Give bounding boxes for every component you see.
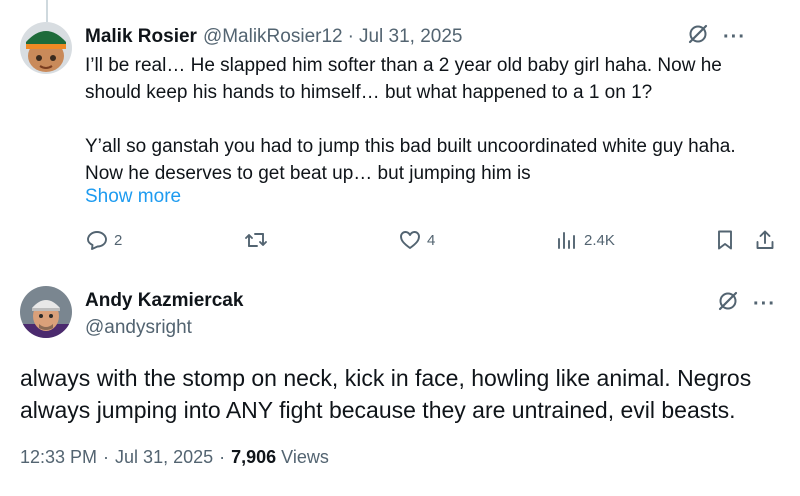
reply-paragraph-2: Y’all so ganstah you had to jump this ba… xyxy=(85,136,736,184)
bookmark-icon xyxy=(713,228,737,252)
views-icon xyxy=(555,228,579,252)
header-icons: ··· xyxy=(687,23,746,51)
post-date[interactable]: Jul 31, 2025 xyxy=(359,26,463,48)
reply-icon xyxy=(85,228,109,252)
more-icon[interactable]: ··· xyxy=(753,294,776,314)
author-name[interactable]: Andy Kazmiercak xyxy=(85,290,243,312)
more-icon[interactable]: ··· xyxy=(723,27,746,47)
author-name[interactable]: Malik Rosier xyxy=(85,26,197,48)
grok-icon[interactable] xyxy=(687,23,709,51)
views-count[interactable]: 7,906 xyxy=(231,447,276,468)
share-button[interactable] xyxy=(753,228,777,252)
author-handle[interactable]: @MalikRosier12 xyxy=(203,26,343,48)
retweet-button[interactable] xyxy=(243,228,269,252)
tweet-meta: 12:33 PM · Jul 31, 2025 · 7,906 Views xyxy=(20,447,329,468)
bookmark-button[interactable] xyxy=(713,228,737,252)
show-more-link[interactable]: Show more xyxy=(85,186,181,208)
reply-count: 2 xyxy=(114,231,123,249)
action-bar: 2 4 2.4K xyxy=(85,228,785,256)
views-label[interactable]: Views xyxy=(281,447,329,468)
tweet-text: always with the stomp on neck, kick in f… xyxy=(20,365,752,423)
views-count: 2.4K xyxy=(584,231,615,249)
separator-dot: · xyxy=(219,447,226,467)
main-tweet: Andy Kazmiercak @andysright ··· always w… xyxy=(0,270,800,496)
share-icon xyxy=(753,228,777,252)
like-button[interactable]: 4 xyxy=(398,228,435,252)
separator-dot: · xyxy=(347,26,354,47)
author-handle[interactable]: @andysright xyxy=(85,317,192,339)
post-date[interactable]: Jul 31, 2025 xyxy=(115,447,213,468)
reply-button[interactable]: 2 xyxy=(85,228,122,252)
header-icons: ··· xyxy=(717,290,776,317)
like-count: 4 xyxy=(427,231,436,249)
avatar[interactable] xyxy=(20,22,72,74)
reply-tweet[interactable]: Malik Rosier @MalikRosier12 · Jul 31, 20… xyxy=(0,0,800,270)
retweet-icon xyxy=(243,228,269,252)
separator-dot: · xyxy=(103,447,110,467)
grok-icon[interactable] xyxy=(717,290,739,317)
post-time[interactable]: 12:33 PM xyxy=(20,447,97,468)
reply-text: I’ll be real… He slapped him softer than… xyxy=(85,52,775,187)
like-icon xyxy=(398,228,422,252)
reply-paragraph-1: I’ll be real… He slapped him softer than… xyxy=(85,55,722,103)
avatar[interactable] xyxy=(20,286,72,338)
reply-header: Malik Rosier @MalikRosier12 · Jul 31, 20… xyxy=(85,24,770,50)
views-button[interactable]: 2.4K xyxy=(555,228,615,252)
